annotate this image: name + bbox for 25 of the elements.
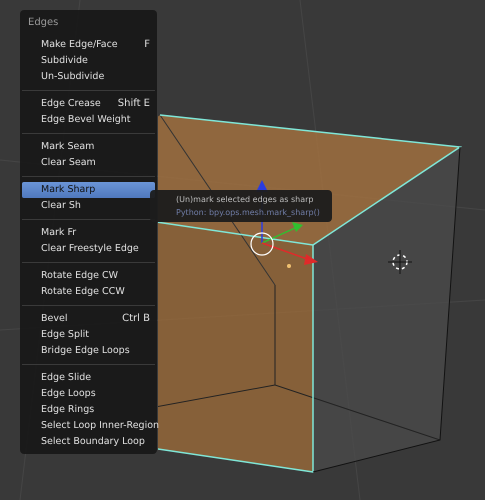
menu-item[interactable]: Mark Seam <box>22 139 155 155</box>
menu-item[interactable]: Subdivide <box>22 53 155 69</box>
menu-item[interactable]: Edge Crease Shift E <box>22 96 155 112</box>
menu-item[interactable]: Bevel Ctrl B <box>22 311 155 327</box>
menu-item[interactable]: Rotate Edge CW <box>22 268 155 284</box>
menu-item[interactable]: Mark Fr <box>22 225 155 241</box>
menu-item[interactable]: Make Edge/Face F <box>22 37 155 53</box>
menu-item[interactable]: Edge Loops <box>22 386 155 402</box>
menu-item[interactable]: Clear Seam <box>22 155 155 171</box>
menu-item[interactable]: Edge Bevel Weight <box>22 112 155 128</box>
tooltip-description: (Un)mark selected edges as sharp <box>176 194 314 206</box>
menu-title: Edges <box>27 16 60 30</box>
viewport[interactable] <box>0 0 485 500</box>
menu-item[interactable]: Clear Freestyle Edge <box>22 241 155 257</box>
tooltip-python-path: Python: bpy.ops.mesh.mark_sharp() <box>176 207 320 219</box>
menu-item[interactable]: Edge Split <box>22 327 155 343</box>
menu-item[interactable]: Mark Sharp <box>22 182 155 198</box>
menu-item[interactable]: Select Boundary Loop <box>22 434 155 450</box>
pivot-dot-icon <box>287 264 291 268</box>
menu-item[interactable]: Rotate Edge CCW <box>22 284 155 300</box>
menu-item[interactable]: Un-Subdivide <box>22 69 155 85</box>
menu-item[interactable]: Edge Slide <box>22 370 155 386</box>
menu-item[interactable]: Bridge Edge Loops <box>22 343 155 359</box>
menu-item[interactable]: Edge Rings <box>22 402 155 418</box>
3d-cursor-icon[interactable] <box>388 250 412 274</box>
